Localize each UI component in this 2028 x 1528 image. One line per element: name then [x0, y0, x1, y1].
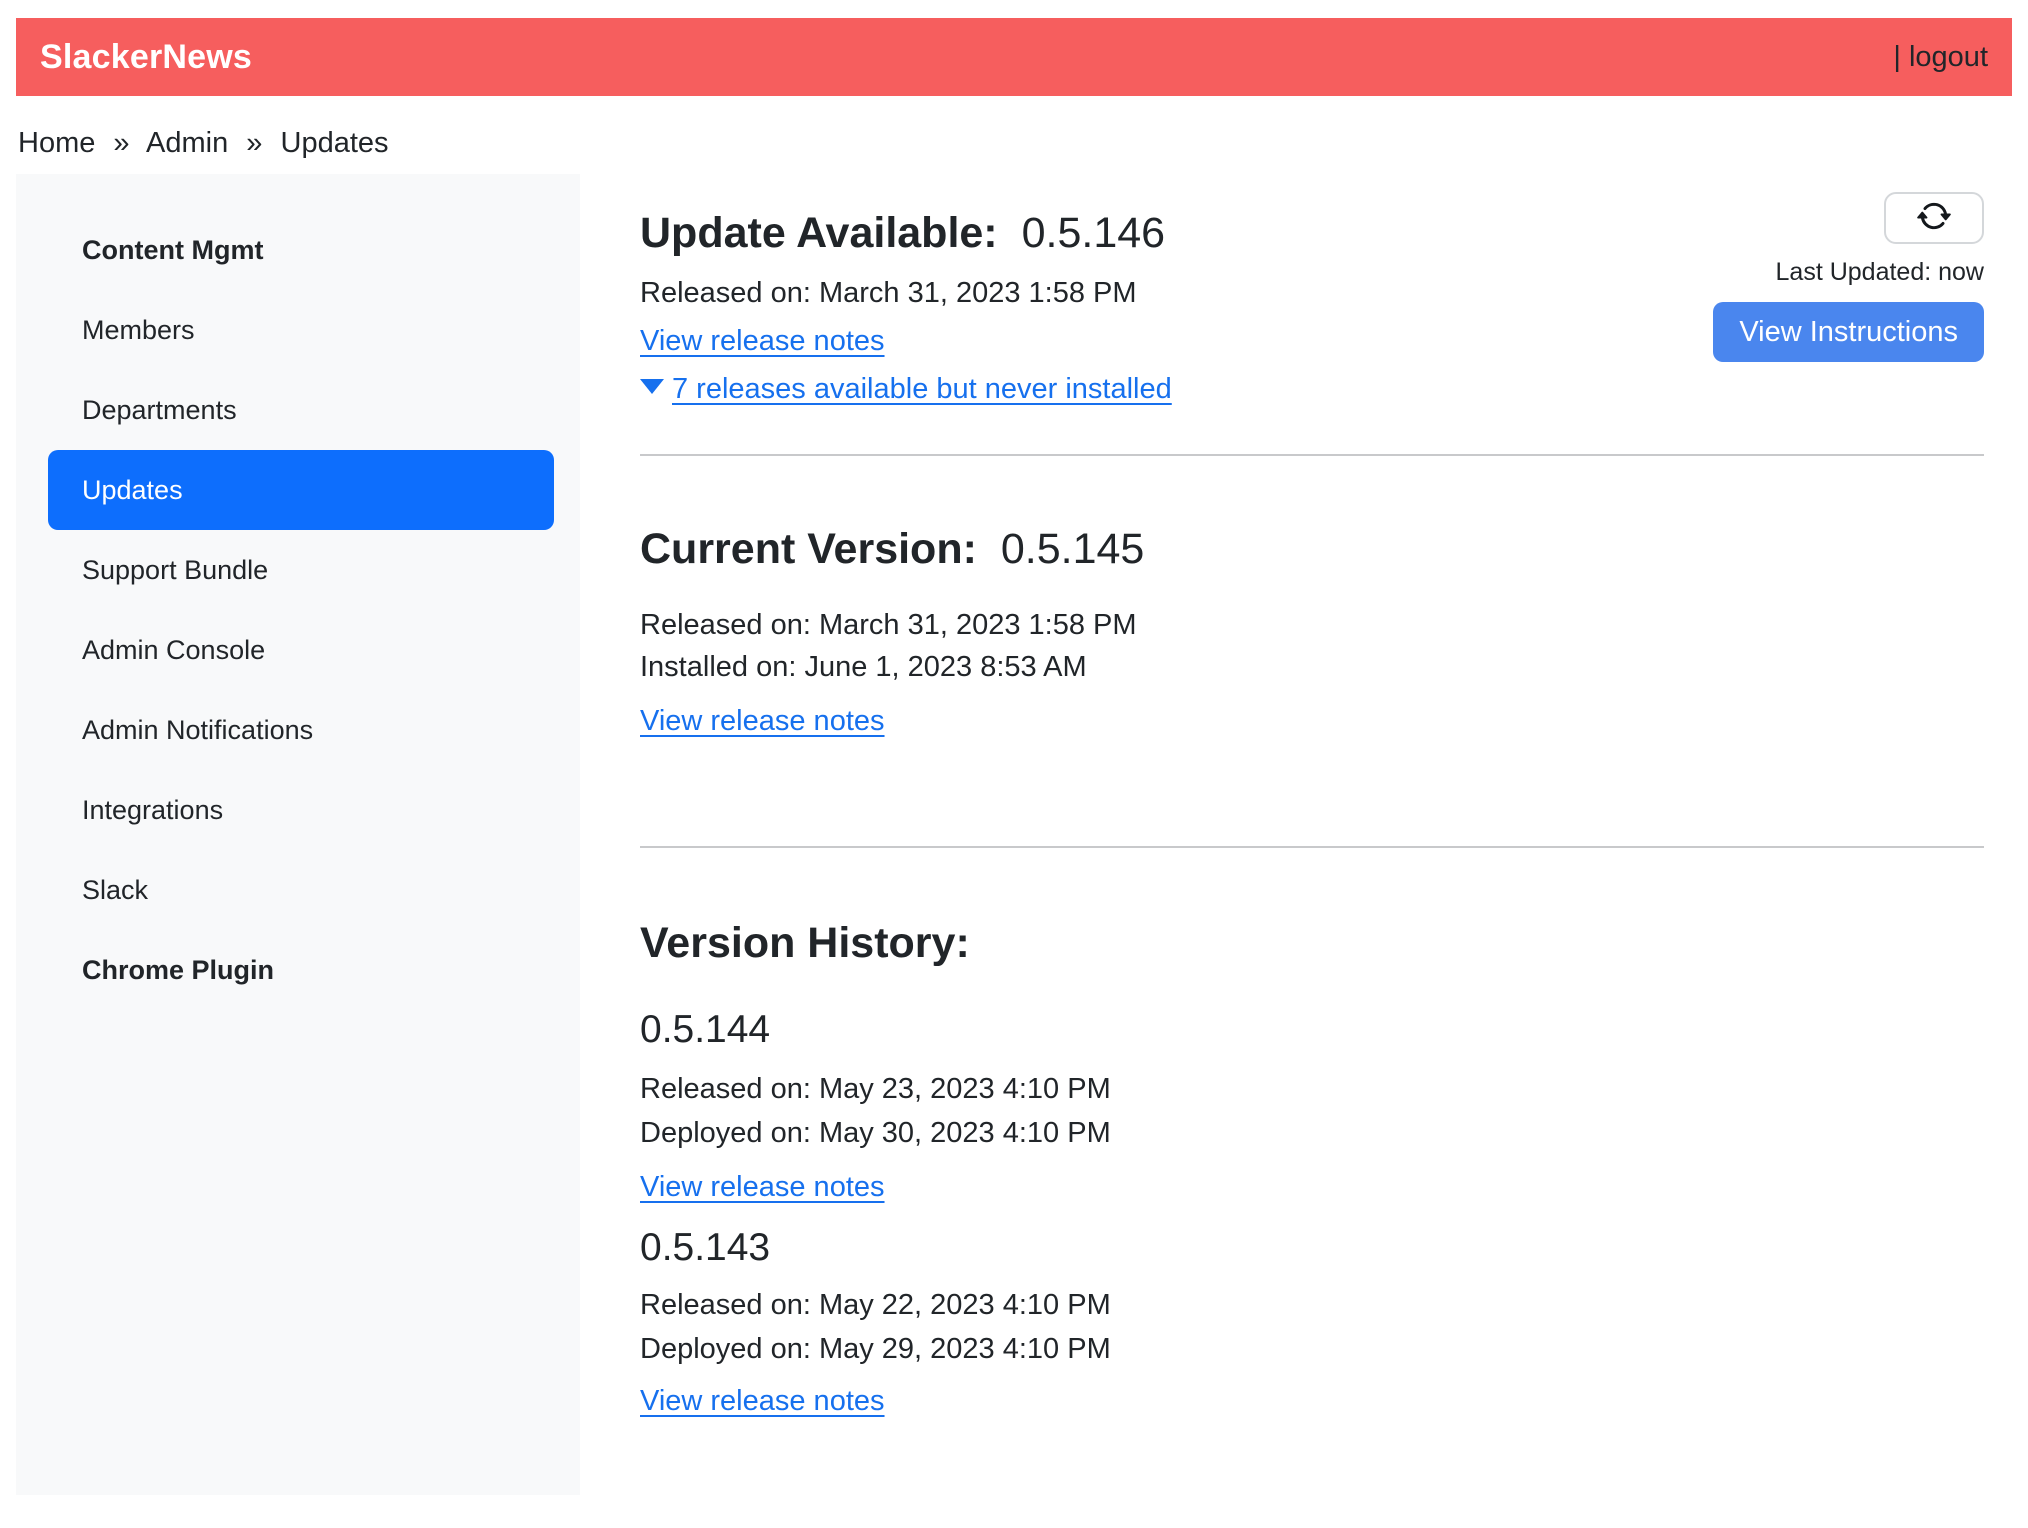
history-deployed-on: Deployed on: May 29, 2023 4:10 PM: [640, 1334, 1984, 1364]
sidebar-item-members[interactable]: Members: [16, 290, 580, 370]
history-release-notes-link[interactable]: View release notes: [640, 1172, 885, 1202]
logout-link[interactable]: | logout: [1893, 41, 1988, 74]
sidebar-item-integrations[interactable]: Integrations: [16, 770, 580, 850]
version-history-heading: Version History:: [640, 918, 1984, 968]
update-available-section: Update Available: 0.5.146 Released on: M…: [640, 208, 1984, 404]
history-version: 0.5.144: [640, 1008, 1984, 1052]
current-version-heading: Current Version: 0.5.145: [640, 524, 1984, 574]
history-version: 0.5.143: [640, 1226, 1984, 1270]
update-available-heading: Update Available: 0.5.146: [640, 208, 1172, 258]
sidebar-item-admin-console[interactable]: Admin Console: [16, 610, 580, 690]
sidebar-item-support-bundle[interactable]: Support Bundle: [16, 530, 580, 610]
current-release-notes-link[interactable]: View release notes: [640, 706, 885, 736]
main-panel: Update Available: 0.5.146 Released on: M…: [580, 174, 2012, 1416]
history-released-on: Released on: May 22, 2023 4:10 PM: [640, 1290, 1984, 1320]
caret-down-icon: [640, 379, 664, 394]
update-available-version: 0.5.146: [1022, 209, 1165, 257]
version-history-section: Version History: 0.5.144 Released on: Ma…: [640, 848, 1984, 1416]
sidebar-item-slack[interactable]: Slack: [16, 850, 580, 930]
update-released-on: Released on: March 31, 2023 1:58 PM: [640, 278, 1172, 308]
app-header: SlackerNews | logout: [16, 18, 2012, 96]
sidebar-item-chrome-plugin[interactable]: Chrome Plugin: [16, 930, 580, 1010]
admin-sidebar: Content Mgmt Members Departments Updates…: [16, 174, 580, 1495]
sidebar-item-updates[interactable]: Updates: [48, 450, 554, 530]
breadcrumb-home[interactable]: Home: [18, 127, 95, 159]
update-release-notes-row: View release notes: [640, 326, 1172, 356]
history-released-on: Released on: May 23, 2023 4:10 PM: [640, 1074, 1984, 1104]
history-entry: 0.5.144 Released on: May 23, 2023 4:10 P…: [640, 1008, 1984, 1202]
pending-releases-row: 7 releases available but never installed: [640, 374, 1172, 404]
update-release-notes-link[interactable]: View release notes: [640, 326, 885, 356]
breadcrumb: Home » Admin » Updates: [16, 96, 2012, 168]
breadcrumb-separator: »: [113, 127, 129, 159]
current-version-section: Current Version: 0.5.145 Released on: Ma…: [640, 456, 1984, 736]
refresh-button[interactable]: [1884, 192, 1984, 244]
breadcrumb-admin[interactable]: Admin: [146, 127, 228, 159]
history-entry: 0.5.143 Released on: May 22, 2023 4:10 P…: [640, 1226, 1984, 1416]
current-installed-on: Installed on: June 1, 2023 8:53 AM: [640, 652, 1984, 682]
view-instructions-button[interactable]: View Instructions: [1713, 302, 1984, 362]
update-available-title: Update Available:: [640, 209, 998, 257]
sidebar-item-content-mgmt[interactable]: Content Mgmt: [16, 210, 580, 290]
brand-logo[interactable]: SlackerNews: [40, 38, 252, 77]
breadcrumb-updates[interactable]: Updates: [281, 127, 389, 159]
current-released-on: Released on: March 31, 2023 1:58 PM: [640, 610, 1984, 640]
sidebar-item-departments[interactable]: Departments: [16, 370, 580, 450]
sidebar-item-admin-notifications[interactable]: Admin Notifications: [16, 690, 580, 770]
update-available-left: Update Available: 0.5.146 Released on: M…: [640, 208, 1172, 404]
history-deployed-on: Deployed on: May 30, 2023 4:10 PM: [640, 1118, 1984, 1148]
breadcrumb-separator: »: [246, 127, 262, 159]
update-meta-column: Last Updated: now View Instructions: [1713, 208, 1984, 362]
history-release-notes-link[interactable]: View release notes: [640, 1386, 885, 1416]
content-row: Content Mgmt Members Departments Updates…: [16, 174, 2012, 1495]
current-version-number: 0.5.145: [1001, 525, 1144, 573]
last-updated-label: Last Updated: now: [1776, 258, 1984, 286]
current-version-title: Current Version:: [640, 525, 977, 573]
pending-releases-link[interactable]: 7 releases available but never installed: [672, 374, 1172, 404]
refresh-icon: [1917, 199, 1951, 238]
